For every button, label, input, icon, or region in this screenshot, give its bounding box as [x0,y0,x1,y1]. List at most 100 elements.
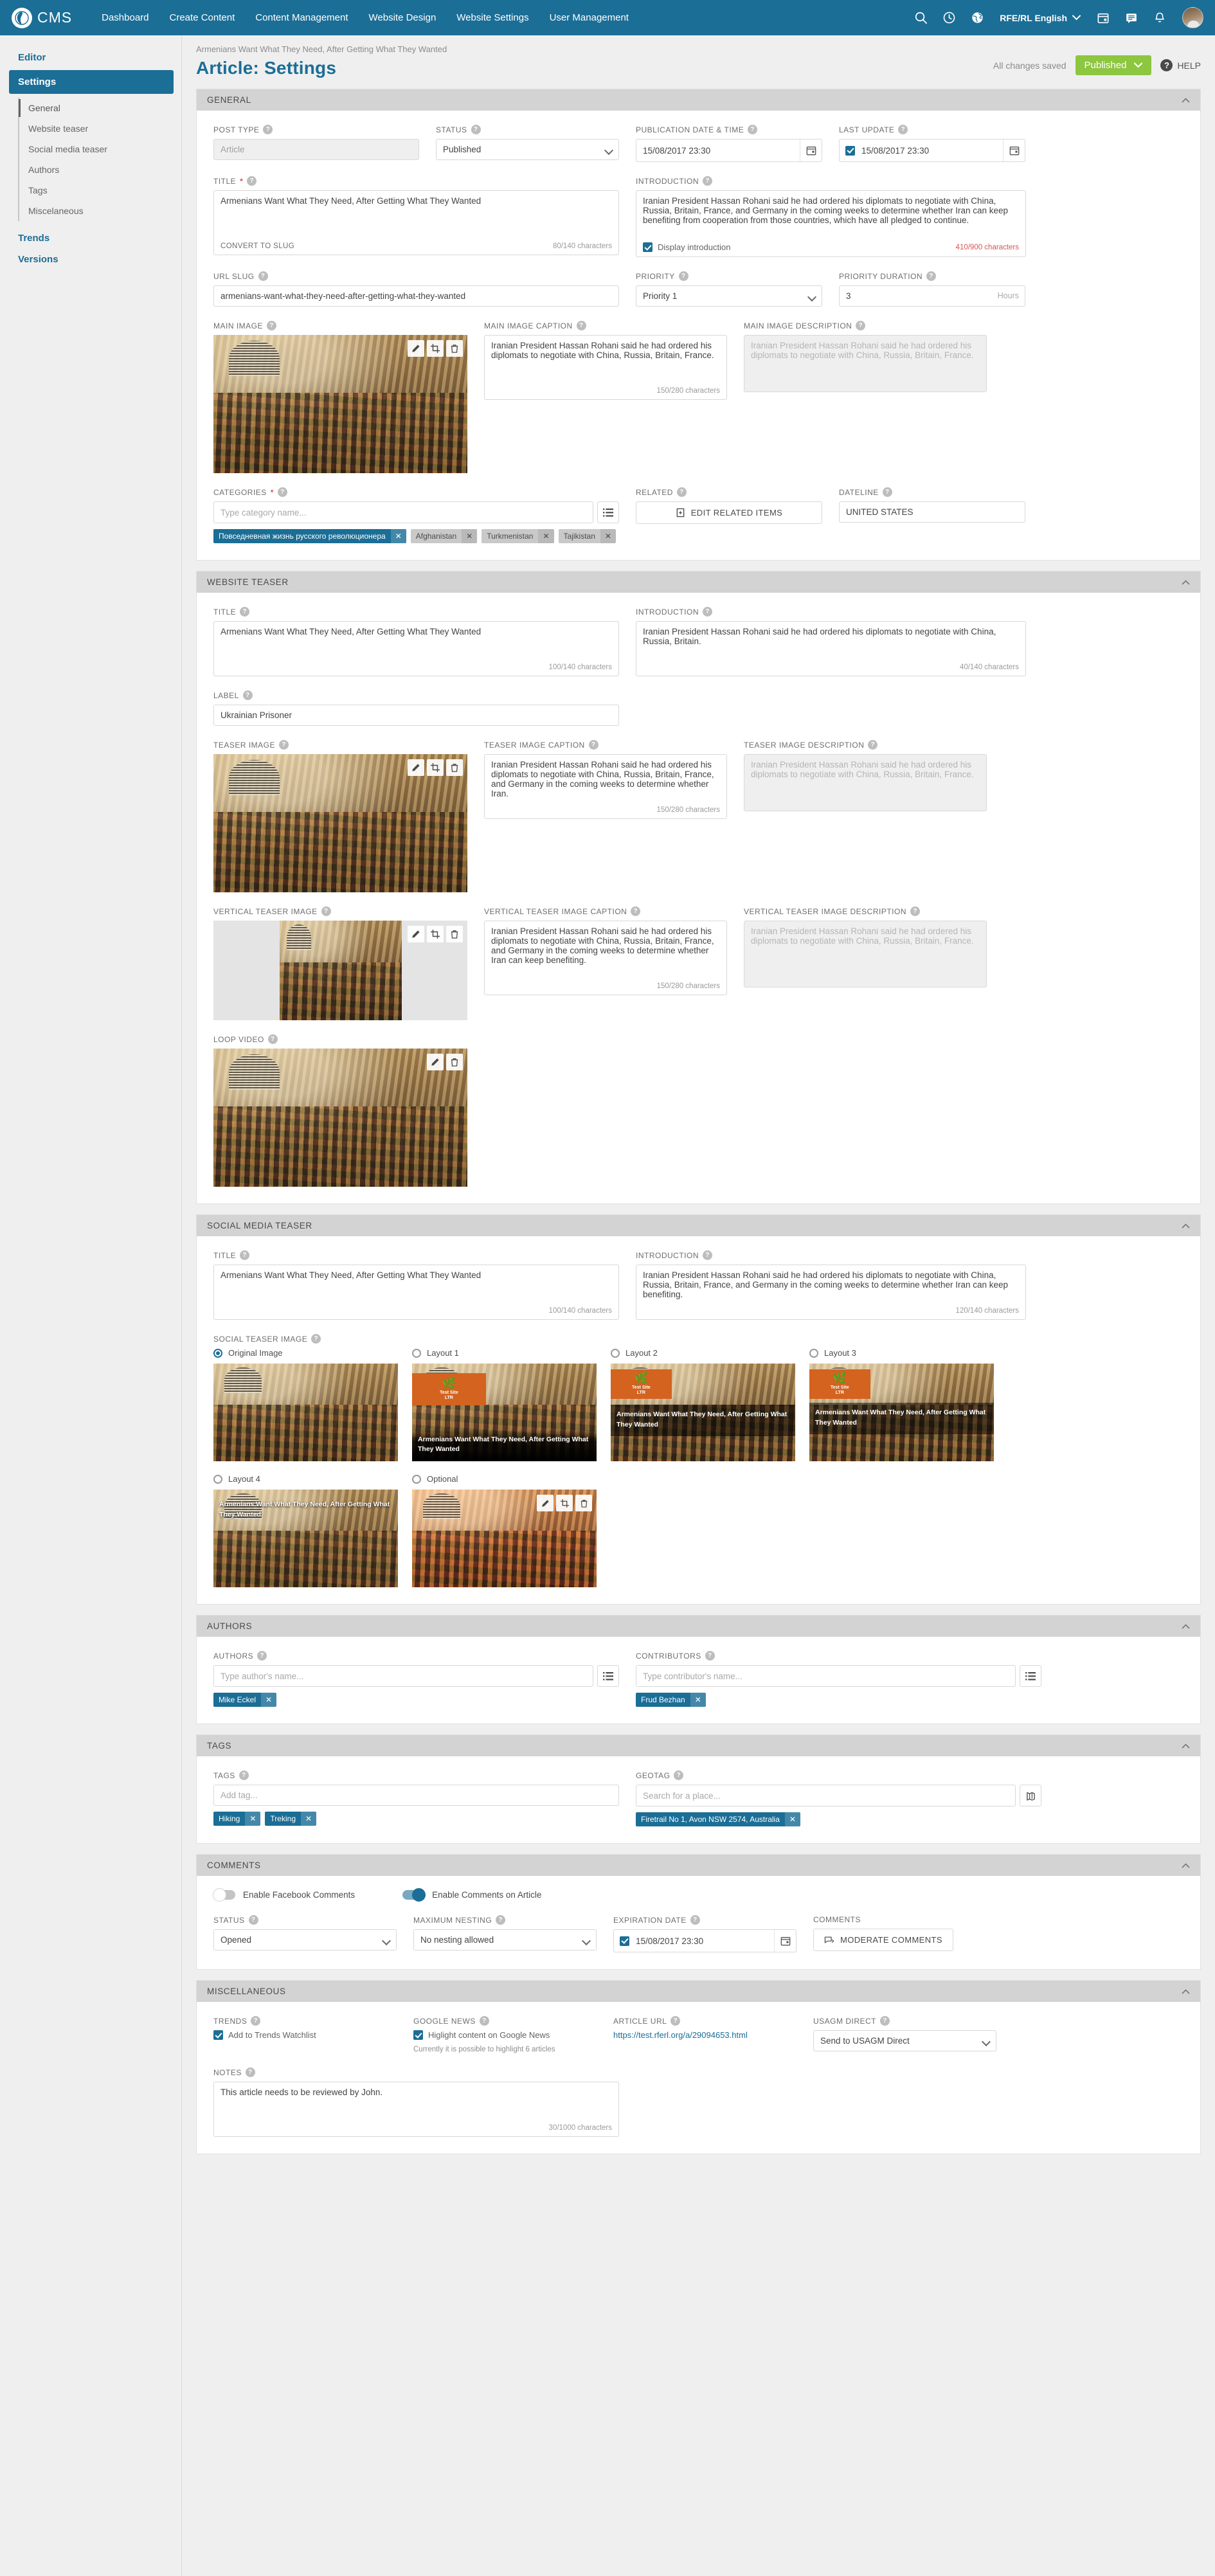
crop-icon[interactable] [556,1495,573,1511]
url-slug-input[interactable] [213,285,619,307]
help-icon[interactable]: ? [703,607,712,617]
teaser-intro-textarea[interactable] [636,622,1025,661]
help-icon[interactable]: ? [690,1915,700,1925]
help-icon[interactable]: ? [926,271,937,281]
social-preview-layout-3[interactable]: 🌿 Test Site LTR Armenians Want What They N… [809,1364,994,1461]
vertical-teaser-caption-field[interactable]: 150/280 characters [484,921,727,995]
vertical-teaser-description-field[interactable] [744,921,987,987]
radio-layout-2[interactable] [611,1348,620,1358]
remove-icon[interactable]: ✕ [690,1693,706,1707]
vertical-teaser-description-textarea[interactable] [744,921,986,980]
help-icon[interactable]: ? [882,487,892,497]
categories-input[interactable] [213,501,593,523]
social-title-textarea[interactable] [214,1265,618,1304]
main-image-preview[interactable] [213,335,467,473]
help-icon[interactable]: ? [670,2016,681,2026]
nav-link-website-settings[interactable]: Website Settings [446,0,539,35]
help-icon[interactable]: ? [910,906,920,916]
help-icon[interactable]: ? [496,1915,506,1925]
social-preview-layout-2[interactable]: 🌿 Test Site LTR Armenians Want What They N… [611,1364,795,1461]
help-icon[interactable]: ? [240,1250,250,1260]
help-icon[interactable]: ? [279,740,289,750]
geotag-input[interactable] [636,1785,1016,1806]
social-intro-textarea[interactable] [636,1265,1025,1304]
history-clock-icon[interactable] [937,6,961,30]
panel-header-social-media-teaser[interactable]: SOCIAL MEDIA TEASER [197,1215,1200,1236]
category-chip[interactable]: Afghanistan ✕ [410,529,478,543]
article-url-link[interactable]: https://test.rferl.org/a/29094653.html [613,2030,797,2040]
loop-video-preview[interactable] [213,1049,467,1187]
search-icon[interactable] [908,6,933,30]
radio-optional[interactable] [412,1474,421,1484]
remove-icon[interactable]: ✕ [245,1812,261,1826]
help-icon[interactable]: ? [240,607,250,617]
crop-icon[interactable] [427,340,444,357]
expiration-date-value[interactable]: 15/08/2017 23:30 [629,1931,774,1951]
introduction-textarea[interactable] [636,191,1025,240]
publish-status-button[interactable]: Published [1075,55,1152,75]
sidebar-item-miscelaneous[interactable]: Miscelaneous [21,201,174,221]
chevron-up-icon[interactable] [1182,1986,1190,1996]
panel-header-miscellaneous[interactable]: MISCELLANEOUS [197,1981,1200,2002]
teaser-title-textarea[interactable] [214,622,618,661]
calendar-icon[interactable] [800,140,822,161]
help-icon[interactable]: ? [678,271,688,281]
teaser-image-description-field[interactable] [744,754,987,811]
authors-browse-icon[interactable] [597,1665,619,1687]
social-preview-optional[interactable] [412,1490,597,1587]
status-select[interactable]: Published [436,139,619,160]
article-comments-toggle-row[interactable]: Enable Comments on Article [402,1888,541,1902]
panel-header-comments[interactable]: COMMENTS [197,1855,1200,1876]
trends-watchlist-checkbox[interactable]: Add to Trends Watchlist [213,2030,397,2040]
brand-logo[interactable]: CMS [12,7,72,28]
help-icon[interactable]: ? [267,321,277,330]
sidebar-item-editor[interactable]: Editor [9,47,174,68]
moderate-comments-button[interactable]: MODERATE COMMENTS [813,1929,953,1951]
help-icon[interactable]: ? [248,1915,258,1925]
sidebar-item-authors[interactable]: Authors [21,159,174,180]
priority-select[interactable]: Priority 1 [636,285,822,307]
tag-chip[interactable]: Treking ✕ [265,1812,317,1826]
help-icon[interactable]: ? [856,321,866,330]
vertical-teaser-caption-textarea[interactable] [485,921,726,980]
nav-link-create-content[interactable]: Create Content [159,0,246,35]
comment-status-select[interactable]: Opened [213,1929,397,1950]
help-icon[interactable]: ? [267,1034,278,1044]
map-icon[interactable] [1020,1785,1041,1806]
category-chip[interactable]: Turkmenistan ✕ [482,529,554,543]
facebook-comments-toggle-row[interactable]: Enable Facebook Comments [213,1888,355,1902]
google-news-checkbox[interactable]: Higlight content on Google News [413,2030,597,2040]
chat-icon[interactable] [1119,6,1144,30]
delete-trash-icon[interactable] [446,1054,463,1070]
user-avatar[interactable] [1182,7,1203,28]
last-update-checkbox[interactable] [840,145,855,156]
nav-link-user-management[interactable]: User Management [539,0,639,35]
display-introduction-checkbox[interactable]: Display introduction [643,242,730,252]
help-icon[interactable]: ? [676,487,687,497]
nav-link-website-design[interactable]: Website Design [359,0,447,35]
edit-related-items-button[interactable]: EDIT RELATED ITEMS [636,501,822,524]
edit-pencil-icon[interactable] [408,759,424,776]
radio-layout-1[interactable] [412,1348,421,1358]
help-icon[interactable]: ? [588,740,598,750]
radio-layout-4[interactable] [213,1474,222,1484]
sidebar-item-social-media-teaser[interactable]: Social media teaser [21,139,174,159]
globe-icon[interactable] [965,6,989,30]
main-image-caption-textarea[interactable] [485,336,726,384]
help-icon[interactable]: ? [321,906,331,916]
chevron-up-icon[interactable] [1182,1221,1190,1230]
help-icon[interactable]: ? [880,2016,890,2026]
nav-link-content-management[interactable]: Content Management [245,0,358,35]
help-icon[interactable]: ? [576,321,586,330]
help-icon[interactable]: ? [311,1334,321,1344]
title-textarea[interactable] [214,191,618,240]
remove-icon[interactable]: ✕ [462,529,478,543]
help-icon[interactable]: ? [703,1250,712,1260]
edit-pencil-icon[interactable] [427,1054,444,1070]
main-image-description-textarea[interactable] [744,336,986,384]
authors-input[interactable] [213,1665,593,1687]
help-icon[interactable]: ? [674,1770,684,1780]
remove-icon[interactable]: ✕ [390,529,406,543]
edit-pencil-icon[interactable] [408,340,424,357]
chevron-up-icon[interactable] [1182,577,1190,587]
